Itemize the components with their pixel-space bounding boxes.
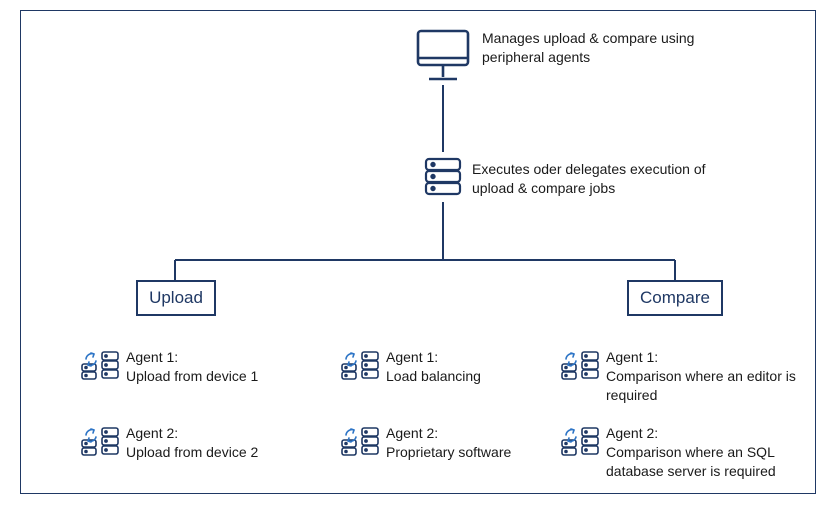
agent-title: Agent 1: xyxy=(386,349,438,365)
agent-desc: Load balancing xyxy=(386,368,481,384)
compare-node: Compare xyxy=(627,280,723,316)
upload-node-label: Upload xyxy=(149,288,203,308)
agent-desc: Upload from device 2 xyxy=(126,444,258,460)
compare-node-label: Compare xyxy=(640,288,710,308)
agent-title: Agent 1: xyxy=(126,349,178,365)
agent-icon xyxy=(560,426,602,460)
agent-icon xyxy=(340,350,382,384)
agent-icon xyxy=(560,350,602,384)
agent-title: Agent 2: xyxy=(386,425,438,441)
workstation-icon xyxy=(413,27,473,85)
agent-desc: Upload from device 1 xyxy=(126,368,258,384)
agent-icon xyxy=(340,426,382,460)
agent-title: Agent 2: xyxy=(606,425,658,441)
agent-title: Agent 1: xyxy=(606,349,658,365)
agent-icon xyxy=(80,426,122,460)
server-caption: Executes oder delegates execution of upl… xyxy=(472,160,722,198)
workstation-caption: Manages upload & compare using periphera… xyxy=(482,29,712,67)
server-stack-icon xyxy=(422,155,464,199)
agent-desc: Comparison where an SQL database server … xyxy=(606,444,776,479)
agent-desc: Comparison where an editor is required xyxy=(606,368,796,403)
agent-desc: Proprietary software xyxy=(386,444,511,460)
agent-title: Agent 2: xyxy=(126,425,178,441)
upload-node: Upload xyxy=(136,280,216,316)
agent-icon xyxy=(80,350,122,384)
